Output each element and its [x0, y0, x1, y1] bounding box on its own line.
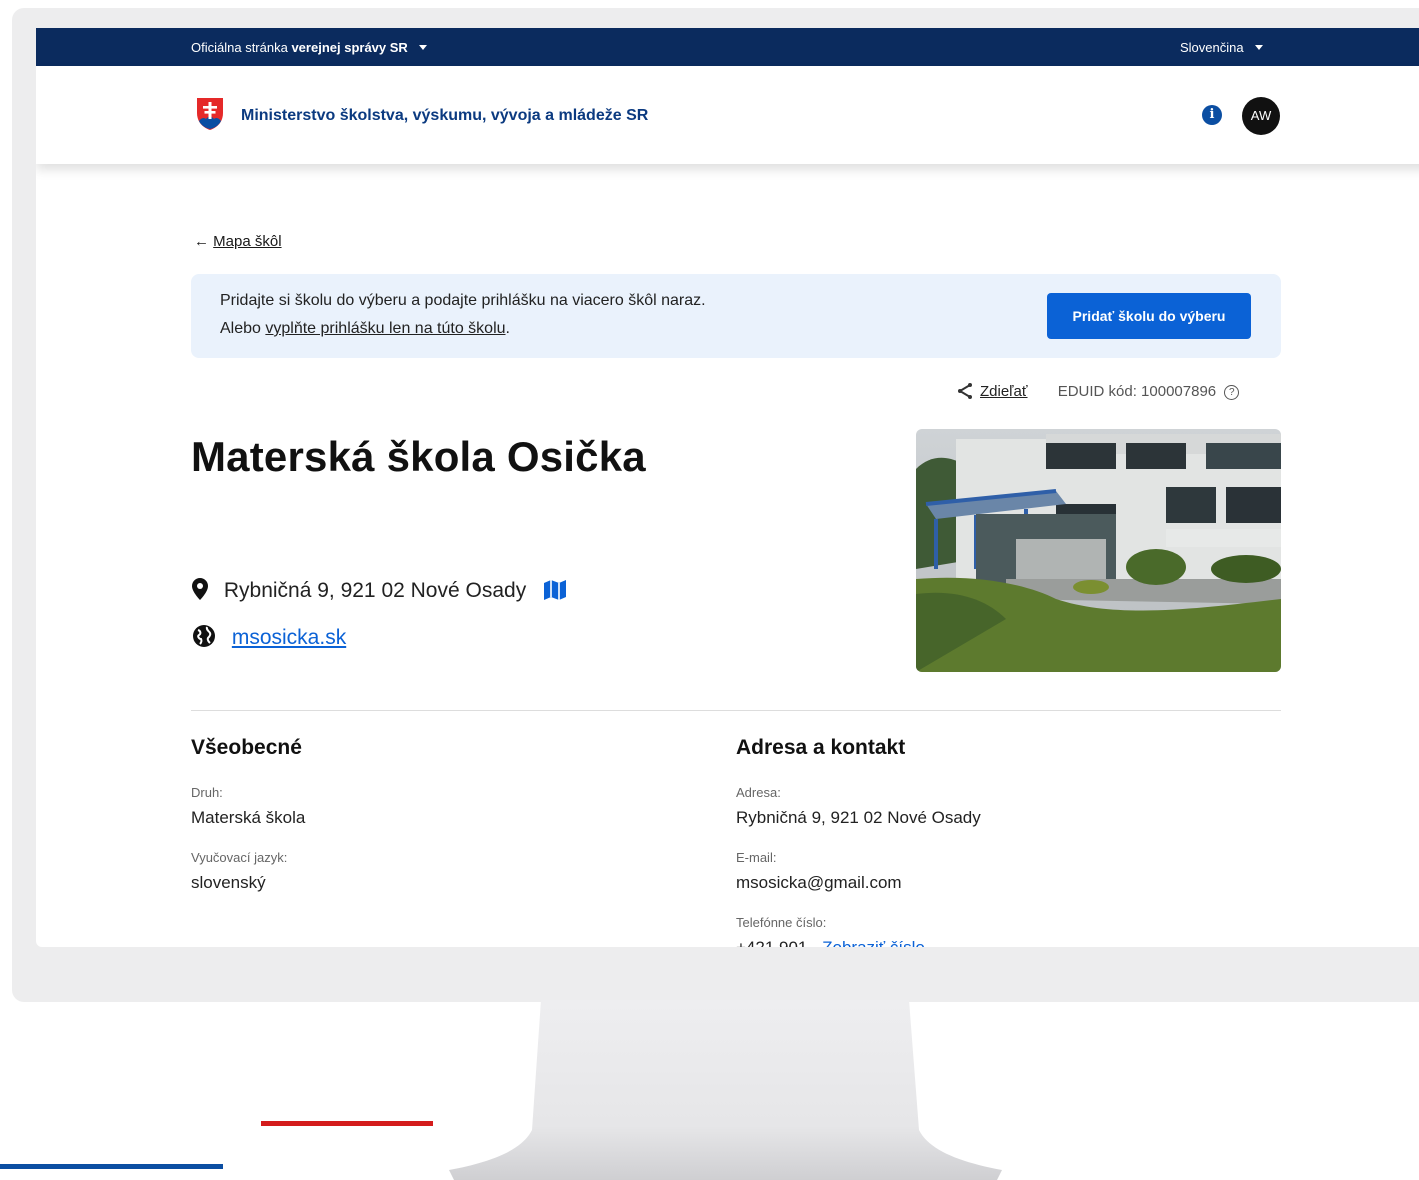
back-link[interactable]: ← Mapa škôl [194, 233, 282, 250]
browser-screen: Oficiálna stránka verejnej správy SR Slo… [36, 28, 1419, 947]
location-pin-icon [192, 578, 208, 600]
caret-down-icon [1255, 45, 1264, 50]
user-avatar[interactable]: AW [1242, 97, 1280, 135]
slovak-crest-icon[interactable] [196, 97, 224, 131]
banner-line-2-suffix: . [505, 320, 510, 337]
single-application-link[interactable]: vyplňte prihlášku len na túto školu [265, 320, 505, 337]
info-icon[interactable]: i [1202, 105, 1222, 125]
share-icon[interactable] [958, 383, 972, 399]
school-address: Rybničná 9, 921 02 Nové Osady [223, 579, 527, 602]
school-website-row: msosicka.sk [192, 624, 346, 650]
general-section-title: Všeobecné [191, 736, 302, 759]
phone-label: Telefónne číslo: [736, 915, 827, 930]
share-link[interactable]: Zdieľať [980, 383, 1028, 400]
school-website-link[interactable]: msosicka.sk [232, 626, 346, 649]
school-photo [916, 429, 1281, 672]
monitor-frame: Oficiálna stránka verejnej správy SR Slo… [12, 8, 1419, 1002]
email-label: E-mail: [736, 850, 777, 865]
contact-section-title: Adresa a kontakt [736, 736, 906, 759]
email-value[interactable]: msosicka@gmail.com [736, 873, 902, 893]
map-icon[interactable] [544, 580, 567, 600]
banner-line-2-prefix: Alebo [220, 320, 261, 337]
decorative-blue-line [0, 1164, 223, 1169]
school-title: Materská škola Osička [191, 433, 646, 480]
back-arrow-icon: ← [194, 233, 209, 250]
decorative-red-line [261, 1121, 433, 1126]
banner-line-2: Alebo vyplňte prihlášku len na túto škol… [220, 320, 510, 338]
section-divider [191, 710, 1281, 711]
language-value: slovenský [191, 873, 266, 892]
selection-banner: Pridajte si školu do výberu a podajte pr… [191, 274, 1281, 358]
question-icon[interactable]: ? [1224, 385, 1240, 400]
language-selector[interactable]: Slovenčina [1180, 40, 1264, 55]
back-link-label: Mapa škôl [213, 233, 282, 250]
language-label: Vyučovací jazyk: [191, 850, 288, 865]
type-label: Druh: [191, 785, 223, 800]
site-header: Ministerstvo školstva, výskumu, vývoja a… [36, 66, 1419, 164]
share-row: Zdieľať EDUID kód: 100007896 ? [958, 383, 1240, 400]
gov-official-bar: Oficiálna stránka verejnej správy SR Slo… [36, 28, 1419, 66]
school-address-row: Rybničná 9, 921 02 Nové Osady [192, 578, 567, 603]
phone-row: +421 901 Zobraziť číslo [736, 938, 925, 947]
banner-line-1: Pridajte si školu do výberu a podajte pr… [220, 292, 706, 309]
show-phone-link[interactable]: Zobraziť číslo [822, 938, 925, 947]
ministry-name[interactable]: Ministerstvo školstva, výskumu, vývoja a… [241, 107, 648, 125]
official-prefix: Oficiálna stránka [191, 40, 288, 55]
monitor-stand [449, 1000, 1002, 1180]
caret-down-icon [419, 45, 428, 50]
type-value: Materská škola [191, 808, 306, 827]
address-label: Adresa: [736, 785, 781, 800]
address-value: Rybničná 9, 921 02 Nové Osady [736, 808, 981, 827]
globe-icon [193, 625, 215, 647]
phone-value: +421 901 [736, 938, 807, 947]
add-school-button[interactable]: Pridať školu do výberu [1047, 293, 1251, 339]
official-bold: verejnej správy SR [291, 40, 408, 55]
language-label: Slovenčina [1180, 40, 1244, 55]
eduid-code: EDUID kód: 100007896 [1057, 383, 1217, 400]
official-site-toggle[interactable]: Oficiálna stránka verejnej správy SR [191, 40, 428, 55]
